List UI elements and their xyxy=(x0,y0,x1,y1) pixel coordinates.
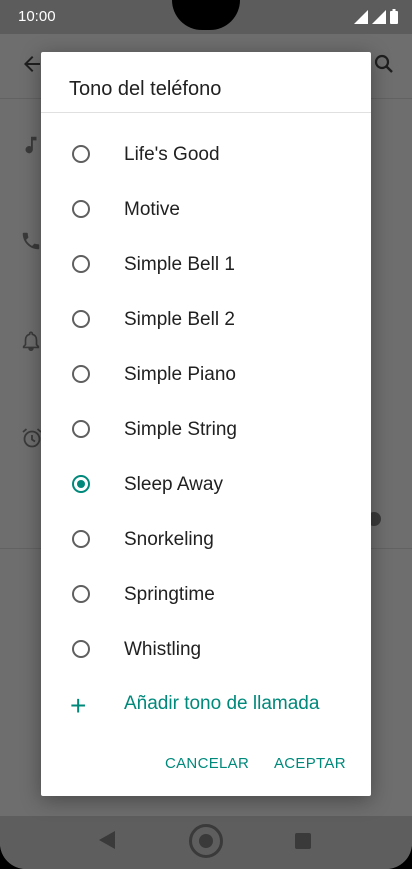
radio-button-checked[interactable] xyxy=(72,475,90,493)
ringtone-option[interactable]: Simple Piano xyxy=(41,348,371,403)
nav-recents-icon[interactable] xyxy=(295,833,311,849)
ringtone-option-selected[interactable]: Sleep Away xyxy=(41,458,371,513)
ringtone-option[interactable]: Simple Bell 1 xyxy=(41,238,371,293)
dialog-title: Tono del teléfono xyxy=(69,78,222,100)
ringtone-option[interactable]: Springtime xyxy=(41,568,371,623)
signal-icon xyxy=(354,10,368,24)
ringtone-label: Simple Bell 1 xyxy=(124,254,235,275)
phone-icon xyxy=(22,232,40,250)
system-icons xyxy=(354,8,398,24)
ringtone-label: Springtime xyxy=(124,584,215,605)
accept-button[interactable]: ACEPTAR xyxy=(274,755,346,772)
ringtone-option[interactable]: Snorkeling xyxy=(41,513,371,568)
dialog-divider xyxy=(41,112,371,113)
radio-button[interactable] xyxy=(72,530,90,548)
radio-button[interactable] xyxy=(72,255,90,273)
cancel-button[interactable]: CANCELAR xyxy=(165,755,249,772)
ringtone-label: Motive xyxy=(124,199,180,220)
ringtone-dialog: Tono del teléfono Life's Good Motive Sim… xyxy=(41,52,371,796)
radio-button[interactable] xyxy=(72,200,90,218)
search-icon[interactable] xyxy=(372,52,396,76)
nav-back-icon[interactable] xyxy=(98,830,116,850)
battery-icon xyxy=(390,9,398,24)
ringtone-label: Simple Bell 2 xyxy=(124,309,235,330)
radio-button[interactable] xyxy=(72,640,90,658)
nav-home-icon[interactable] xyxy=(189,824,223,858)
radio-button[interactable] xyxy=(72,420,90,438)
status-time: 10:00 xyxy=(18,8,56,25)
ringtone-label: Sleep Away xyxy=(124,474,223,495)
ringtone-label: Simple Piano xyxy=(124,364,236,385)
add-ringtone-button[interactable]: + Añadir tono de llamada xyxy=(41,678,371,733)
ringtone-option[interactable]: Simple String xyxy=(41,403,371,458)
add-ringtone-label: Añadir tono de llamada xyxy=(124,693,320,714)
radio-button[interactable] xyxy=(72,365,90,383)
radio-button[interactable] xyxy=(72,585,90,603)
bell-icon xyxy=(22,331,40,351)
signal-icon xyxy=(372,10,386,24)
phone-screen: 10:00 Tono del teléfono Life's Good Moti… xyxy=(0,0,412,869)
ringtone-label: Whistling xyxy=(124,639,202,660)
ringtone-option[interactable]: Motive xyxy=(41,183,371,238)
ringtone-option[interactable]: Life's Good xyxy=(41,128,371,183)
music-note-icon xyxy=(25,136,37,154)
add-icon: + xyxy=(70,690,87,721)
ringtone-label: Simple String xyxy=(124,419,237,440)
ringtone-option[interactable]: Simple Bell 2 xyxy=(41,293,371,348)
ringtone-option[interactable]: Whistling xyxy=(41,623,371,678)
ringtone-list: Life's Good Motive Simple Bell 1 Simple … xyxy=(41,128,371,678)
ringtone-label: Life's Good xyxy=(124,144,220,165)
radio-button[interactable] xyxy=(72,310,90,328)
ringtone-label: Snorkeling xyxy=(124,529,214,550)
radio-button[interactable] xyxy=(72,145,90,163)
